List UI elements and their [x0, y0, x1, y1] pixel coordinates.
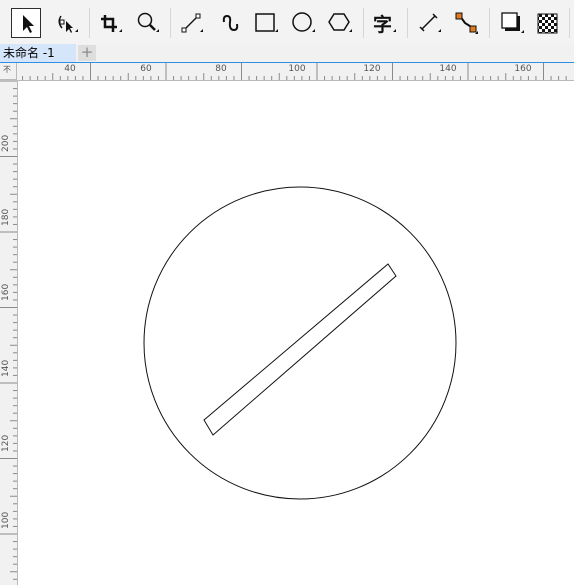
rectangle-icon	[255, 13, 278, 32]
drop-shadow-tool-button[interactable]	[497, 8, 527, 38]
ruler-label: 180	[1, 208, 11, 226]
ruler-units-label: 不	[3, 65, 11, 74]
node-edit-icon	[58, 15, 78, 33]
transparency-tool-button[interactable]	[533, 8, 563, 38]
ruler-label: 140	[439, 64, 457, 74]
freehand-tool-button[interactable]	[176, 8, 206, 38]
artistic-media-tool-button[interactable]	[214, 8, 244, 38]
add-tab-button[interactable]: +	[78, 45, 96, 61]
ellipse-tool-button[interactable]	[288, 8, 318, 38]
ruler-label: 60	[140, 64, 152, 74]
dimension-icon	[419, 13, 441, 32]
dimension-tool-button[interactable]	[414, 8, 444, 38]
corner-arrow-icon	[393, 29, 396, 32]
ruler-label: 160	[1, 283, 11, 301]
crop-icon	[101, 15, 122, 32]
crop-tool-button[interactable]	[95, 8, 125, 38]
connector-tool-button[interactable]	[451, 8, 481, 38]
toolbox: 字	[0, 0, 574, 45]
ruler-label: 80	[215, 64, 227, 74]
ruler-label: 160	[514, 64, 532, 74]
ruler-origin[interactable]: 不	[0, 63, 17, 80]
ruler-label: 120	[1, 434, 11, 452]
document-tab-bar: 未命名 -1 +	[0, 44, 574, 63]
ruler-label: 200	[1, 134, 11, 152]
connector-icon	[455, 12, 478, 34]
vertical-ruler-ticks	[0, 80, 17, 580]
ruler-label: 100	[1, 511, 11, 529]
magnifier-icon	[137, 12, 159, 32]
shape-tool-button[interactable]	[51, 8, 81, 38]
polygon-tool-button[interactable]	[325, 8, 355, 38]
ruler-label: 40	[64, 64, 76, 74]
arrow-pointer-icon	[23, 15, 34, 33]
ruler-label: 100	[288, 64, 306, 74]
text-tool-button[interactable]: 字	[369, 8, 399, 38]
rectangle-tool-button[interactable]	[251, 8, 281, 38]
line-icon	[181, 13, 203, 33]
zoom-tool-button[interactable]	[132, 8, 162, 38]
tab-untitled-1[interactable]: 未命名 -1	[0, 44, 76, 62]
ruler-label: 140	[1, 359, 11, 377]
horizontal-ruler[interactable]: 40 60 80 100 120 140 160	[17, 63, 574, 81]
vertical-ruler[interactable]: 200 180 160 140 120 100	[0, 80, 18, 585]
canvas-drawing	[143, 186, 457, 500]
polygon-icon	[328, 13, 352, 32]
checker-icon	[537, 13, 558, 34]
drawing-canvas[interactable]	[18, 81, 574, 585]
ruler-label: 120	[363, 64, 381, 74]
shadow-icon	[501, 12, 524, 33]
rotated-rectangle-shape[interactable]	[203, 263, 397, 436]
curve-icon	[222, 14, 239, 32]
ellipse-icon	[292, 12, 315, 32]
pick-tool-button[interactable]	[11, 8, 41, 38]
